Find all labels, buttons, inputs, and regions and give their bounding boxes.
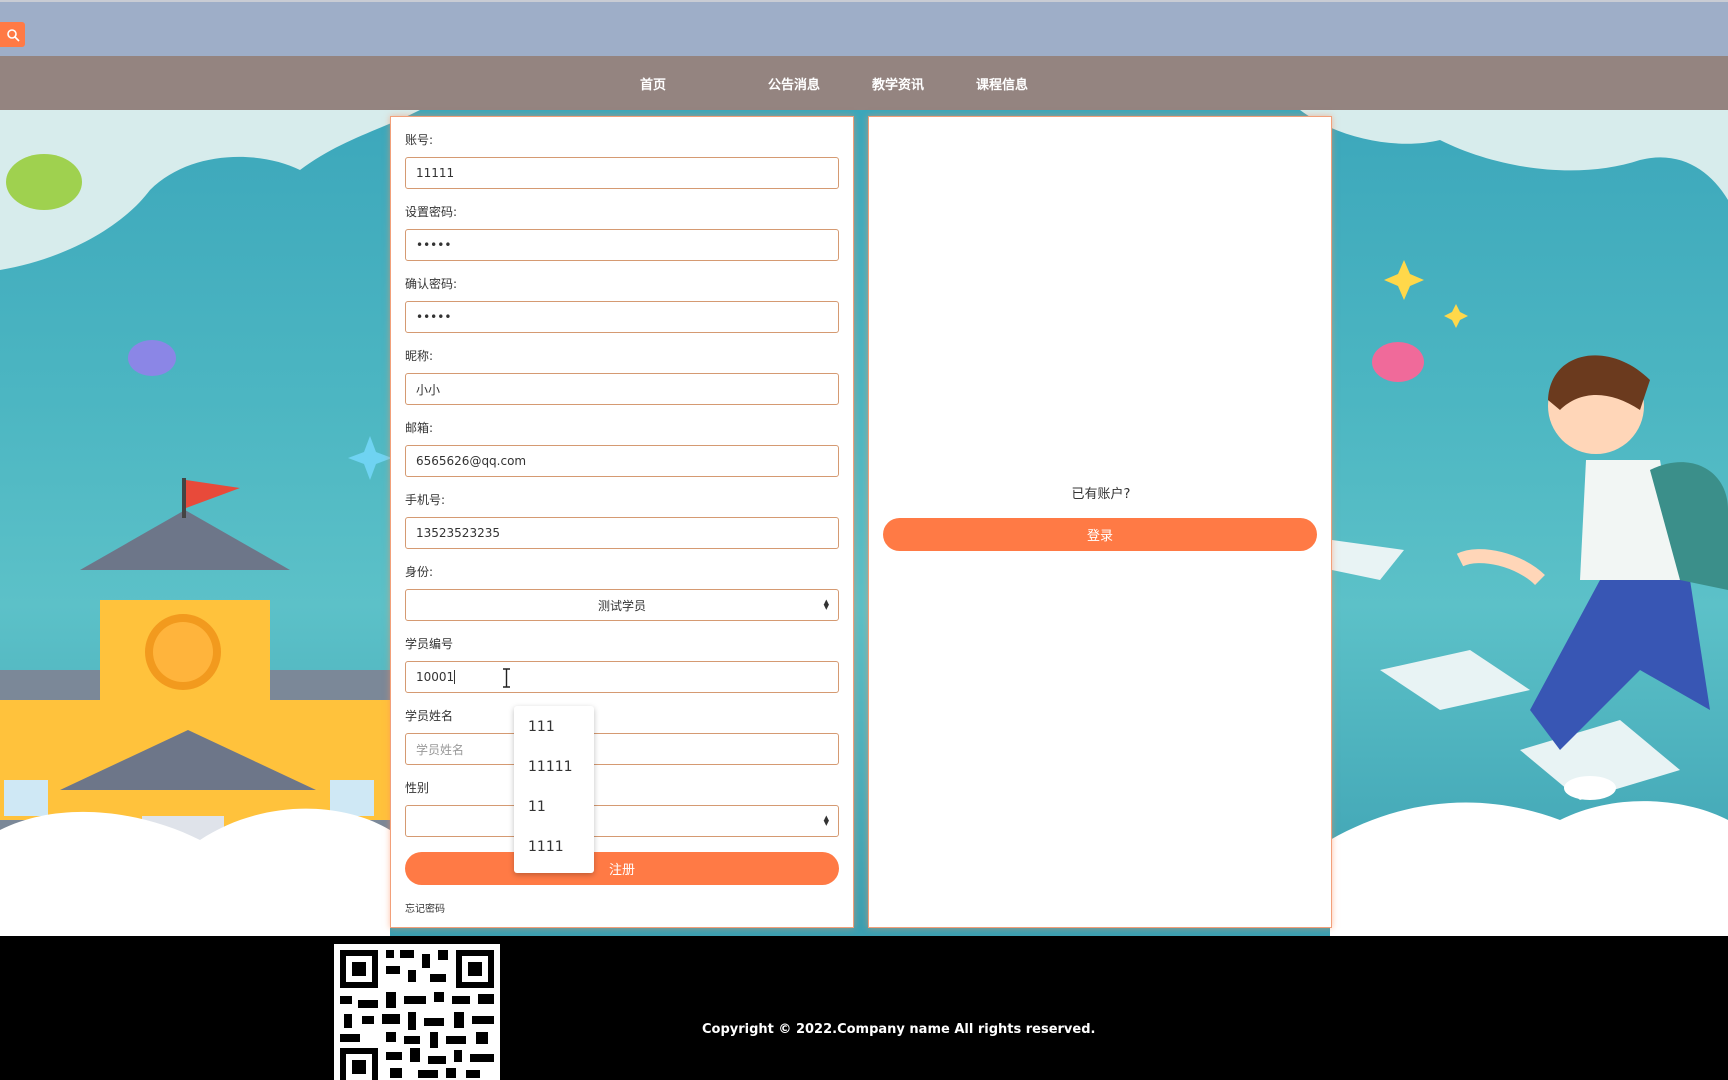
password-label: 设置密码: — [405, 205, 458, 219]
search-icon — [6, 28, 20, 42]
phone-label: 手机号: — [405, 493, 446, 507]
search-button[interactable] — [0, 22, 25, 47]
login-panel: 已有账户? 登录 — [868, 116, 1332, 928]
confirm-password-value: ••••• — [416, 310, 452, 324]
footer: Copyright © 2022.Company name All rights… — [0, 936, 1728, 1080]
select-arrows-icon: ▲ ▼ — [823, 598, 829, 611]
top-bar — [0, 0, 1728, 56]
nickname-label: 昵称: — [405, 349, 434, 363]
phone-input[interactable]: 13523523235 — [405, 517, 839, 549]
copyright-text: Copyright © 2022.Company name All rights… — [702, 1022, 1096, 1037]
text-cursor-icon — [503, 668, 510, 688]
email-label: 邮箱: — [405, 421, 434, 435]
password-input[interactable]: ••••• — [405, 229, 839, 261]
register-panel: 账号: 11111 设置密码: ••••• 确认密码: ••••• 昵称: 小小… — [390, 116, 854, 928]
student-name-input[interactable]: 学员姓名 — [405, 733, 839, 765]
phone-value: 13523523235 — [416, 526, 500, 540]
account-input[interactable]: 11111 — [405, 157, 839, 189]
text-caret — [454, 670, 456, 684]
nav-item-course-info[interactable]: 课程信息 — [976, 74, 1028, 93]
nickname-input[interactable]: 小小 — [405, 373, 839, 405]
have-account-prompt: 已有账户? — [1071, 487, 1131, 502]
select-arrows-icon: ▲ ▼ — [823, 814, 829, 827]
nav-item-home[interactable]: 首页 — [640, 74, 666, 93]
school-scene-illustration — [0, 110, 1728, 936]
autocomplete-dropdown: 111 11111 11 1111 — [514, 706, 594, 873]
confirm-password-input[interactable]: ••••• — [405, 301, 839, 333]
identity-value: 测试学员 — [597, 598, 646, 613]
nav-item-announcements[interactable]: 公告消息 — [768, 74, 820, 93]
email-input[interactable]: 6565626@qq.com — [405, 445, 839, 477]
qr-code — [334, 944, 500, 1080]
account-value: 11111 — [416, 166, 455, 180]
confirm-password-label: 确认密码: — [405, 277, 458, 291]
nickname-value: 小小 — [416, 382, 441, 397]
identity-label: 身份: — [405, 565, 434, 579]
student-name-placeholder: 学员姓名 — [416, 742, 465, 757]
register-button[interactable]: 注册 — [405, 852, 839, 885]
identity-select[interactable]: 测试学员 ▲ ▼ — [405, 589, 839, 621]
autocomplete-option[interactable]: 111 — [528, 719, 555, 735]
student-name-label: 学员姓名 — [405, 709, 454, 723]
autocomplete-option[interactable]: 11111 — [528, 759, 573, 775]
gender-label: 性别 — [405, 781, 430, 795]
login-button[interactable]: 登录 — [883, 518, 1317, 551]
background-illustration — [0, 110, 1728, 936]
autocomplete-option[interactable]: 1111 — [528, 839, 564, 855]
autocomplete-option[interactable]: 11 — [528, 799, 546, 815]
gender-select[interactable]: ▲ ▼ — [405, 805, 839, 837]
main-nav: 首页 公告消息 教学资讯 课程信息 — [0, 56, 1728, 110]
nav-item-teaching-news[interactable]: 教学资讯 — [872, 74, 924, 93]
password-value: ••••• — [416, 238, 452, 252]
student-id-input[interactable]: 10001 — [405, 661, 839, 693]
account-label: 账号: — [405, 133, 434, 147]
email-value: 6565626@qq.com — [416, 454, 527, 468]
student-id-label: 学员编号 — [405, 637, 454, 651]
forgot-password-link[interactable]: 忘记密码 — [405, 900, 445, 915]
student-id-value: 10001 — [416, 670, 455, 684]
